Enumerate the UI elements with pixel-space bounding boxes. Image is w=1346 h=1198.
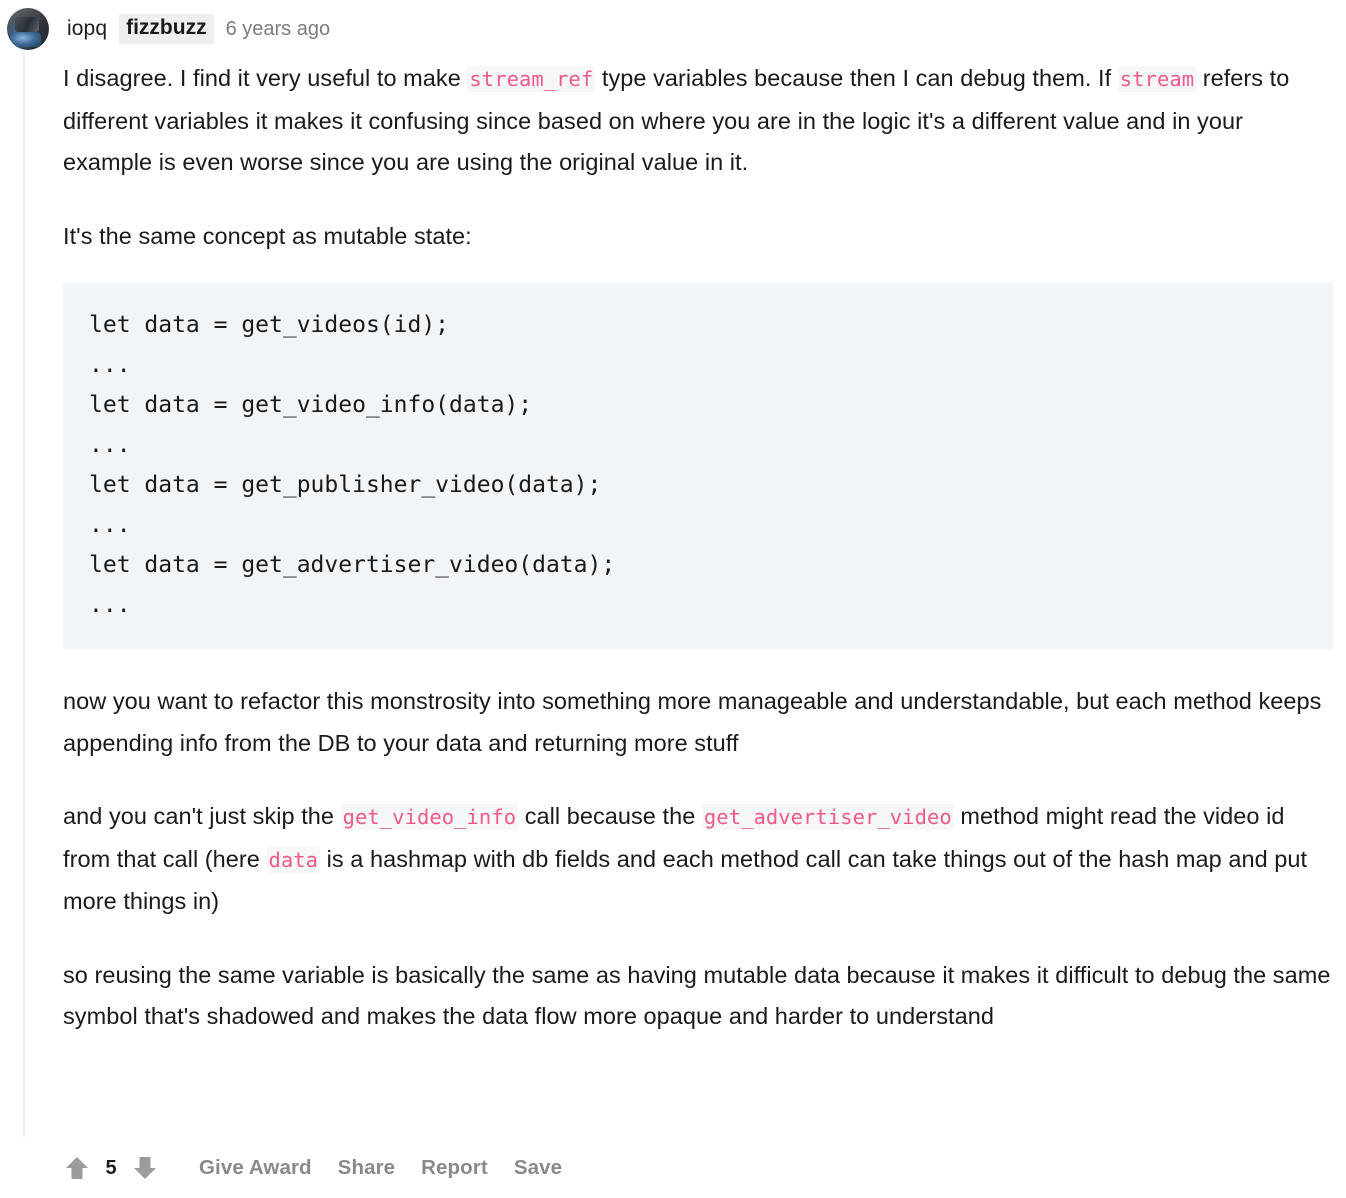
comment-header: iopq fizzbuzz 6 years ago xyxy=(0,8,331,50)
paragraph-1-text-a: I disagree. I find it very useful to mak… xyxy=(63,65,468,91)
comment-action-bar: 5 Give Award Share Report Save xyxy=(63,1148,562,1188)
upvote-arrow-icon[interactable] xyxy=(63,1155,91,1181)
comment-container: iopq fizzbuzz 6 years ago I disagree. I … xyxy=(0,0,1346,1198)
paragraph-4-text-a: and you can't just skip the xyxy=(63,803,341,829)
code-block: let data = get_videos(id); ... let data … xyxy=(63,283,1333,649)
downvote-arrow-icon[interactable] xyxy=(131,1155,159,1181)
comment-timestamp[interactable]: 6 years ago xyxy=(226,18,331,41)
report-button[interactable]: Report xyxy=(421,1156,488,1180)
paragraph-5: so reusing the same variable is basicall… xyxy=(63,961,1331,1030)
code-line: let data = get_videos(id); xyxy=(89,312,450,338)
comment-score: 5 xyxy=(105,1156,117,1179)
code-line: ... xyxy=(89,352,131,378)
code-line: ... xyxy=(89,432,131,458)
comment-author-username[interactable]: iopq xyxy=(67,17,107,41)
inline-code-stream: stream xyxy=(1117,66,1197,92)
comment-body: I disagree. I find it very useful to mak… xyxy=(63,58,1333,1070)
code-line: let data = get_advertiser_video(data); xyxy=(89,552,616,578)
paragraph-4: and you can't just skip the get_video_in… xyxy=(63,796,1333,923)
inline-code-get-video-info: get_video_info xyxy=(340,804,519,830)
author-flair-badge: fizzbuzz xyxy=(119,14,214,44)
inline-code-data: data xyxy=(266,846,321,873)
paragraph-3: now you want to refactor this monstrosit… xyxy=(63,688,1322,756)
code-line: let data = get_video_info(data); xyxy=(89,392,533,418)
paragraph-2: It's the same concept as mutable state: xyxy=(63,222,472,249)
inline-code-get-advertiser-video: get_advertiser_video xyxy=(701,804,954,830)
paragraph-4-text-b: call because the xyxy=(518,803,702,829)
paragraph-1-text-b: type variables because then I can debug … xyxy=(595,65,1118,91)
inline-code-stream-ref: stream_ref xyxy=(467,66,596,92)
code-line: ... xyxy=(89,592,131,618)
save-button[interactable]: Save xyxy=(514,1156,562,1180)
code-line: let data = get_publisher_video(data); xyxy=(89,472,602,498)
code-line: ... xyxy=(89,512,131,538)
share-button[interactable]: Share xyxy=(338,1156,395,1180)
give-award-button[interactable]: Give Award xyxy=(199,1156,312,1180)
paragraph-1: I disagree. I find it very useful to mak… xyxy=(63,58,1333,184)
avatar[interactable] xyxy=(7,8,49,50)
thread-collapse-line[interactable] xyxy=(23,52,25,1137)
